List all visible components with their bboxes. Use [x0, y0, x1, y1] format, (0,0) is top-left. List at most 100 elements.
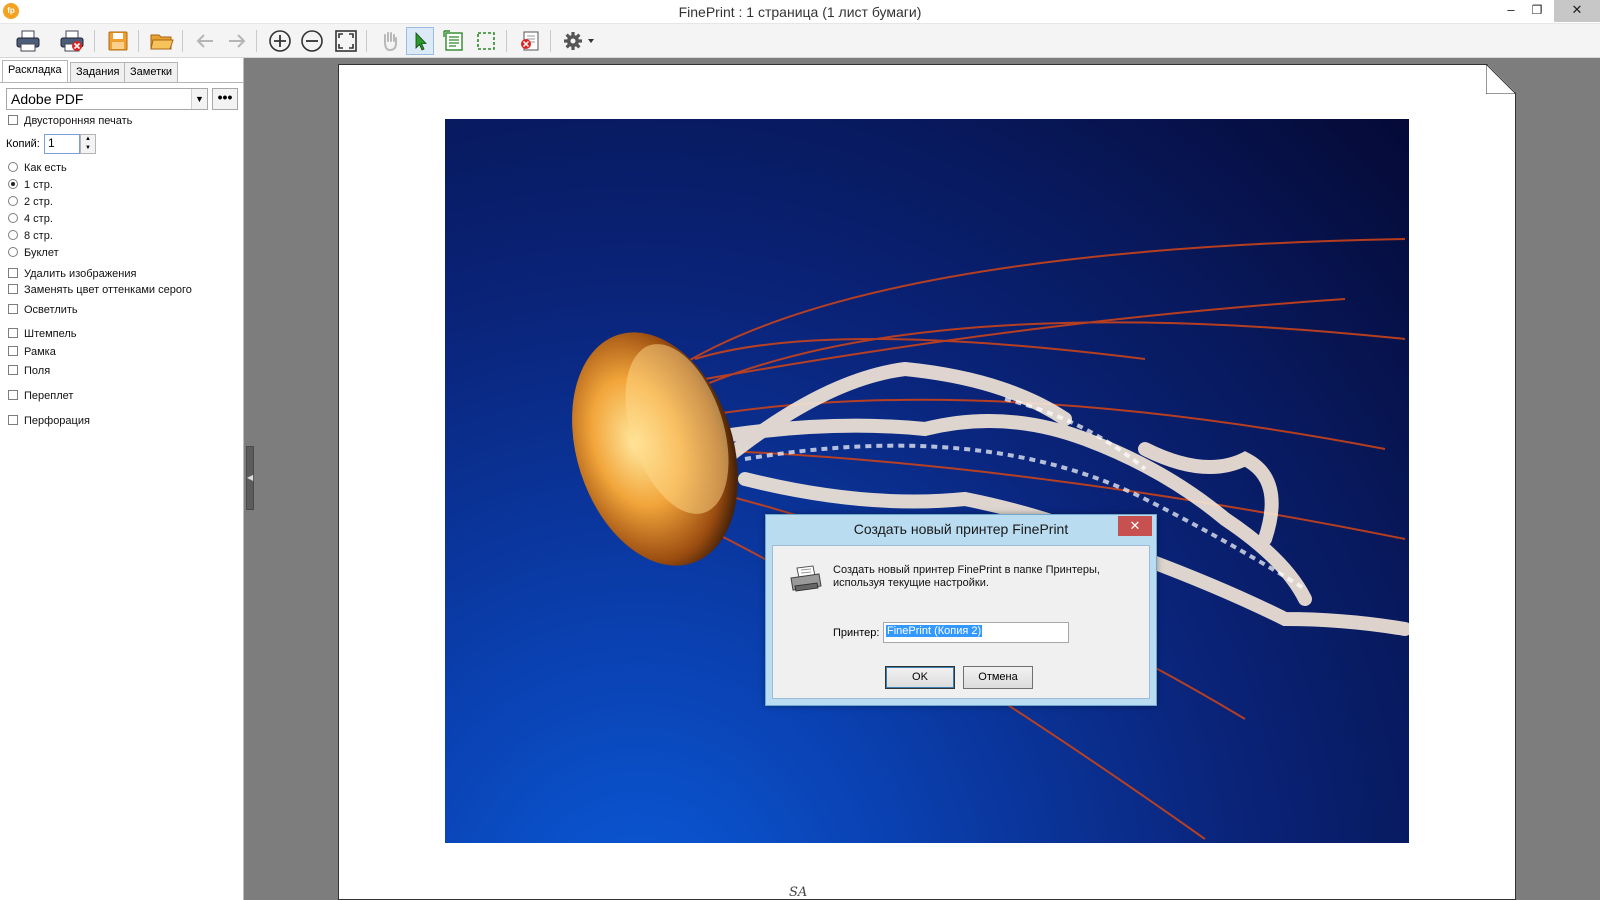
- forward-button[interactable]: [222, 27, 250, 55]
- tab-notes[interactable]: Заметки: [124, 62, 179, 82]
- tab-jobs[interactable]: Задания: [70, 62, 126, 82]
- save-button[interactable]: [104, 27, 132, 55]
- printer-icon: [790, 565, 822, 592]
- copies-spinner[interactable]: ▲ ▼: [80, 134, 96, 154]
- checkbox-label: Штемпель: [24, 328, 77, 340]
- toolbar-separator: [366, 30, 367, 52]
- layout-option-label: 4 стр.: [24, 213, 53, 225]
- dialog-message-line2: используя текущие настройки.: [833, 577, 989, 589]
- radio-button[interactable]: [8, 230, 18, 240]
- binding-checkbox[interactable]: Переплет: [8, 390, 73, 402]
- fit-page-button[interactable]: [332, 27, 360, 55]
- jellyfish-image: [445, 119, 1409, 843]
- layout-option-label: 8 стр.: [24, 230, 53, 242]
- perforation-checkbox[interactable]: Перфорация: [8, 415, 90, 427]
- delete-page-button[interactable]: [516, 27, 544, 55]
- zoom-out-icon: [301, 30, 323, 52]
- printer-name-input[interactable]: FinePrint (Копия 2): [883, 622, 1069, 643]
- settings-gear-icon: [564, 32, 594, 50]
- save-icon: [108, 31, 128, 51]
- zoom-out-button[interactable]: [298, 27, 326, 55]
- duplex-label: Двусторонняя печать: [24, 115, 133, 127]
- frame-checkbox[interactable]: Рамка: [8, 346, 56, 358]
- stamp-checkbox[interactable]: Штемпель: [8, 328, 77, 340]
- back-button[interactable]: [192, 27, 220, 55]
- select-region-button[interactable]: [472, 27, 500, 55]
- toolbar-separator: [138, 30, 139, 52]
- close-window-button[interactable]: ✕: [1554, 0, 1600, 22]
- toolbar-separator: [94, 30, 95, 52]
- checkbox-box[interactable]: [8, 115, 18, 125]
- radio-button[interactable]: [8, 213, 18, 223]
- radio-button[interactable]: [8, 247, 18, 257]
- print-icon: [16, 30, 40, 52]
- remove-images-checkbox[interactable]: Удалить изображения: [8, 268, 136, 280]
- back-arrow-icon: [196, 34, 213, 48]
- printer-dropdown[interactable]: Adobe PDF ▼: [6, 88, 208, 110]
- checkbox-box[interactable]: [8, 365, 18, 375]
- ok-button[interactable]: OK: [885, 666, 955, 689]
- layout-option-label: 1 стр.: [24, 179, 53, 191]
- layout-option-booklet[interactable]: Буклет: [8, 247, 59, 259]
- checkbox-box[interactable]: [8, 284, 18, 294]
- radio-button-selected[interactable]: [8, 179, 18, 189]
- toolbar-separator: [550, 30, 551, 52]
- select-region-icon: [477, 32, 495, 50]
- checkbox-label: Осветлить: [24, 304, 78, 316]
- grayscale-checkbox[interactable]: Заменять цвет оттенками серого: [8, 284, 192, 296]
- select-arrow-button[interactable]: [406, 27, 434, 55]
- margins-checkbox[interactable]: Поля: [8, 365, 50, 377]
- radio-button[interactable]: [8, 196, 18, 206]
- toolbar-separator: [256, 30, 257, 52]
- dialog-close-button[interactable]: ✕: [1118, 516, 1152, 536]
- page-preview[interactable]: SA: [338, 64, 1516, 900]
- minimize-button[interactable]: –: [1498, 0, 1524, 22]
- checkbox-box[interactable]: [8, 415, 18, 425]
- radio-button[interactable]: [8, 162, 18, 172]
- preview-area: SA: [258, 58, 1600, 900]
- checkbox-label: Удалить изображения: [24, 268, 137, 280]
- printer-name-label: Принтер:: [833, 627, 880, 639]
- layout-option-as-is[interactable]: Как есть: [8, 162, 67, 174]
- hand-tool-button[interactable]: [376, 27, 404, 55]
- copies-input[interactable]: 1: [44, 134, 80, 154]
- print-button[interactable]: [14, 27, 42, 55]
- layout-option-label: Буклет: [24, 247, 59, 259]
- tab-layout[interactable]: Раскладка: [2, 60, 68, 82]
- checkbox-box[interactable]: [8, 328, 18, 338]
- chevron-down-icon: ▼: [191, 89, 207, 109]
- checkbox-box[interactable]: [8, 304, 18, 314]
- checkbox-box[interactable]: [8, 268, 18, 278]
- lighten-checkbox[interactable]: Осветлить: [8, 304, 78, 316]
- dialog-title: Создать новый принтер FinePrint: [853, 521, 1069, 537]
- maximize-button[interactable]: ❐: [1524, 0, 1550, 22]
- copies-label: Копий:: [6, 138, 40, 150]
- zoom-in-button[interactable]: [266, 27, 294, 55]
- duplex-checkbox[interactable]: Двусторонняя печать: [8, 115, 132, 127]
- checkbox-label: Рамка: [24, 346, 56, 358]
- collapse-panel-handle[interactable]: ◀: [246, 446, 254, 510]
- checkbox-box[interactable]: [8, 346, 18, 356]
- settings-panel: Раскладка Задания Заметки Adobe PDF ▼ ••…: [0, 58, 244, 900]
- select-text-button[interactable]: [440, 27, 468, 55]
- hand-tool-icon: [384, 32, 397, 52]
- layout-option-2-pages[interactable]: 2 стр.: [8, 196, 53, 208]
- open-folder-button[interactable]: [148, 27, 176, 55]
- forward-arrow-icon: [229, 34, 246, 48]
- layout-option-8-pages[interactable]: 8 стр.: [8, 230, 53, 242]
- print-and-close-button[interactable]: [58, 27, 86, 55]
- layout-option-label: 2 стр.: [24, 196, 53, 208]
- checkbox-label: Заменять цвет оттенками серого: [24, 284, 192, 296]
- checkbox-label: Перфорация: [24, 415, 90, 427]
- layout-option-label: Как есть: [24, 162, 67, 174]
- title-bar: fp FinePrint : 1 страница (1 лист бумаги…: [0, 0, 1600, 24]
- select-arrow-icon: [415, 32, 427, 51]
- jellyfish-graphic: [572, 238, 1409, 840]
- printer-options-button[interactable]: •••: [212, 88, 238, 110]
- layout-option-1-page[interactable]: 1 стр.: [8, 179, 53, 191]
- panel-splitter[interactable]: ◀: [244, 58, 258, 900]
- checkbox-box[interactable]: [8, 390, 18, 400]
- layout-option-4-pages[interactable]: 4 стр.: [8, 213, 53, 225]
- settings-menu-button[interactable]: [560, 27, 600, 55]
- cancel-button[interactable]: Отмена: [963, 666, 1033, 689]
